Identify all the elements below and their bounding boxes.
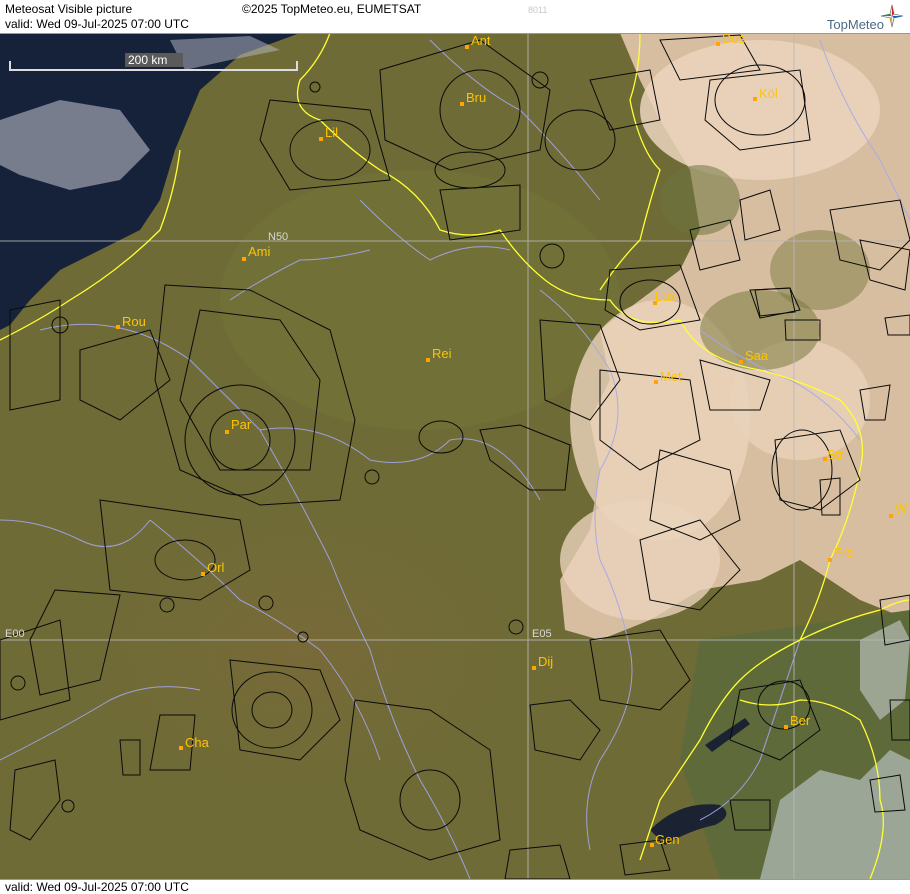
- lon-label: E00: [5, 628, 25, 640]
- footer-bar: valid: Wed 09-Jul-2025 07:00 UTC: [0, 879, 910, 894]
- land-shade: [220, 170, 620, 430]
- city-marker: [460, 102, 464, 106]
- city-label[interactable]: Saa: [745, 348, 769, 363]
- city-label[interactable]: W: [895, 501, 908, 516]
- city-label[interactable]: Bru: [466, 90, 486, 105]
- city-label[interactable]: Rei: [432, 346, 452, 361]
- city-marker: [532, 666, 536, 670]
- city-marker: [179, 746, 183, 750]
- city-label[interactable]: Lil: [325, 125, 338, 140]
- city-marker: [654, 380, 658, 384]
- city-marker: [739, 360, 743, 364]
- city-marker: [828, 558, 832, 562]
- city-marker: [116, 325, 120, 329]
- city-label[interactable]: Str: [827, 447, 844, 462]
- city-marker: [225, 430, 229, 434]
- cloud-bright: [640, 40, 880, 180]
- city-label[interactable]: Cha: [185, 735, 210, 750]
- satellite-map[interactable]: 200 km N50 E00 E05 Ant Bru Dus Köl Lil A…: [0, 33, 910, 879]
- city-label[interactable]: Rou: [122, 314, 146, 329]
- city-marker: [426, 358, 430, 362]
- city-marker: [784, 725, 788, 729]
- city-label[interactable]: Ami: [248, 244, 271, 259]
- lat-label: N50: [268, 231, 288, 243]
- cloud-gap: [660, 165, 740, 235]
- image-code: 8011: [528, 5, 548, 15]
- city-marker: [716, 42, 720, 46]
- lon-label: E05: [532, 628, 552, 640]
- valid-time: valid: Wed 09-Jul-2025 07:00 UTC: [5, 17, 189, 31]
- scale-label: 200 km: [128, 53, 167, 67]
- map-title: Meteosat Visible picture: [5, 2, 133, 16]
- city-marker: [319, 137, 323, 141]
- copyright-notice: ©2025 TopMeteo.eu, EUMETSAT: [242, 2, 422, 16]
- city-marker: [753, 97, 757, 101]
- cloud-gap: [770, 230, 870, 310]
- city-marker: [889, 514, 893, 518]
- city-label[interactable]: Fre: [834, 545, 854, 560]
- city-label[interactable]: Köl: [759, 86, 778, 101]
- header-bar: Meteosat Visible picture valid: Wed 09-J…: [0, 0, 910, 34]
- city-label[interactable]: Lux: [655, 289, 676, 304]
- topmeteo-logo[interactable]: TopMeteo: [827, 17, 884, 32]
- city-label[interactable]: Met: [660, 369, 682, 384]
- city-marker: [201, 572, 205, 576]
- compass-star-icon: [880, 4, 904, 28]
- city-label[interactable]: Dus: [722, 33, 746, 46]
- cloud-bright: [560, 500, 720, 620]
- land-shade: [0, 440, 620, 860]
- valid-time-footer: valid: Wed 09-Jul-2025 07:00 UTC: [5, 880, 189, 894]
- map-canvas: 200 km N50 E00 E05 Ant Bru Dus Köl Lil A…: [0, 33, 910, 879]
- city-label[interactable]: Ber: [790, 713, 811, 728]
- city-label[interactable]: Dij: [538, 654, 553, 669]
- city-label[interactable]: Par: [231, 417, 252, 432]
- weather-map-frame: Meteosat Visible picture valid: Wed 09-J…: [0, 0, 910, 894]
- city-label[interactable]: Ant: [471, 33, 491, 48]
- city-marker: [650, 843, 654, 847]
- city-marker: [465, 45, 469, 49]
- city-label[interactable]: Orl: [207, 560, 224, 575]
- city-label[interactable]: Gen: [655, 832, 680, 847]
- city-marker: [242, 257, 246, 261]
